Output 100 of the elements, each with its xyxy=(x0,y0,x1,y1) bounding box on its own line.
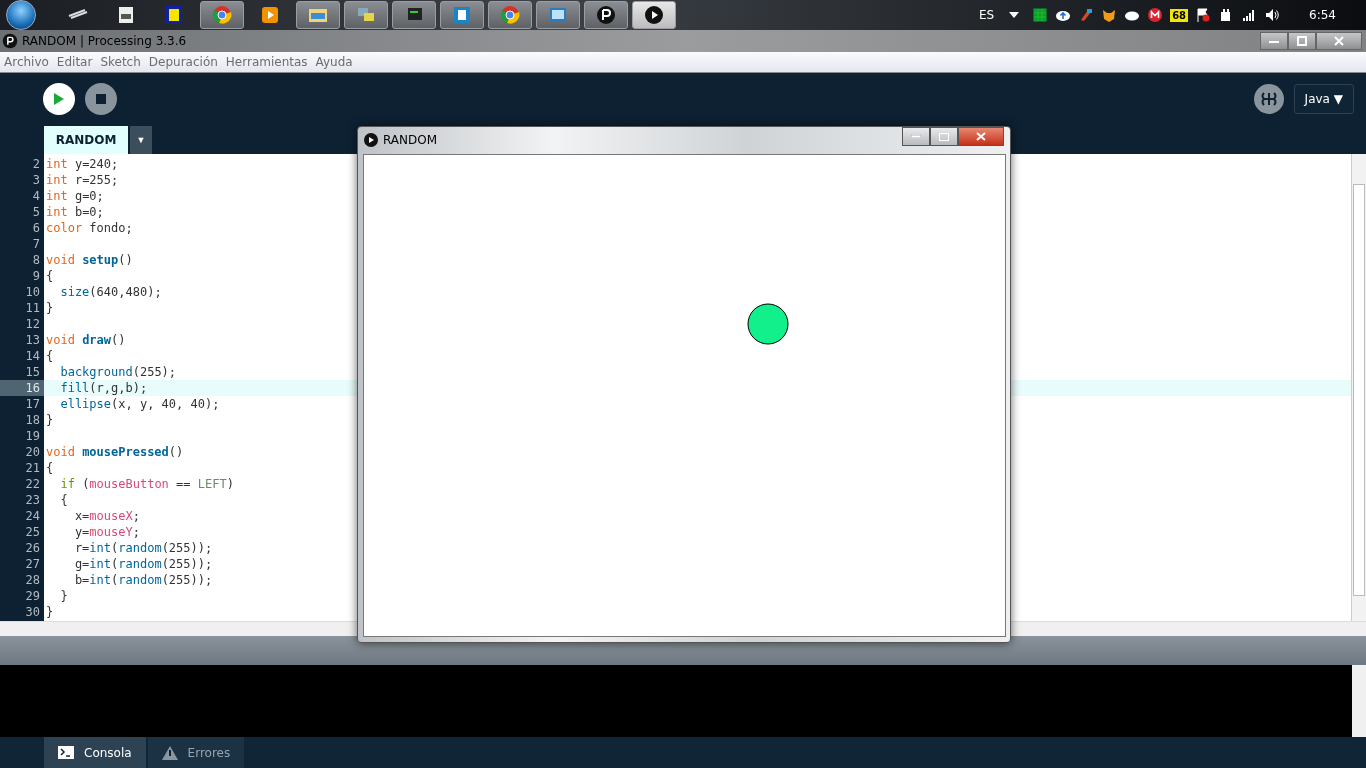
code-line: background(255); xyxy=(59,363,177,380)
code-line: b=int(random(255)); xyxy=(73,571,213,588)
flag-icon[interactable] xyxy=(1195,7,1212,23)
line-number: 27 xyxy=(24,555,40,572)
minimize-icon xyxy=(911,135,921,138)
language-indicator[interactable]: ES xyxy=(978,8,995,22)
tab-menu-button[interactable]: ▼ xyxy=(130,125,152,154)
line-number: 30 xyxy=(24,603,40,620)
code-line: int g=0; xyxy=(46,187,104,204)
browser-icon xyxy=(499,4,521,26)
code-line: { xyxy=(46,267,54,284)
code-line: int r=255; xyxy=(46,171,119,188)
run-button[interactable] xyxy=(43,83,75,116)
code-line: void draw() xyxy=(46,331,126,348)
menu-item[interactable]: Archivo xyxy=(0,54,53,69)
code-line: { xyxy=(46,347,54,364)
line-number: 25 xyxy=(24,523,40,540)
grid-icon[interactable] xyxy=(1032,7,1049,23)
start-button[interactable] xyxy=(6,0,36,30)
stop-button[interactable] xyxy=(85,83,117,116)
minimize-button[interactable] xyxy=(1260,31,1288,50)
debug-button[interactable] xyxy=(1253,84,1284,115)
browser-icon xyxy=(211,4,233,26)
code-line: void setup() xyxy=(46,251,133,268)
line-number: 13 xyxy=(24,331,40,348)
line-number: 10 xyxy=(24,283,40,300)
menu-item[interactable]: Ayuda xyxy=(311,54,357,69)
note-icon xyxy=(163,4,185,26)
circle-m-icon[interactable] xyxy=(1147,7,1164,23)
taskbar-button[interactable] xyxy=(632,1,676,29)
code-line: void mousePressed() xyxy=(46,443,184,460)
line-number: 5 xyxy=(31,203,40,220)
taskbar-button[interactable] xyxy=(584,1,628,29)
line-number: 16 xyxy=(24,379,40,396)
line-number: 23 xyxy=(24,491,40,508)
console-scrollbar[interactable] xyxy=(1352,665,1366,738)
line-number: 20 xyxy=(24,443,40,460)
menu-item[interactable]: Sketch xyxy=(96,54,145,69)
fox-icon[interactable] xyxy=(1101,7,1118,23)
line-number: 4 xyxy=(31,187,40,204)
restore-icon xyxy=(1297,35,1307,46)
processing-icon xyxy=(595,4,617,26)
console-tab[interactable]: Consola xyxy=(44,737,146,768)
code-line: fill(r,g,b); xyxy=(59,379,148,396)
line-number: 7 xyxy=(31,235,40,252)
line-number: 15 xyxy=(24,363,40,380)
line-number: 28 xyxy=(24,571,40,588)
code-line: int b=0; xyxy=(46,203,104,220)
code-line: { xyxy=(46,459,54,476)
sketch-tab[interactable]: RANDOM xyxy=(44,125,128,154)
code-line: { xyxy=(59,491,68,508)
warning-icon xyxy=(161,745,178,760)
line-number: 9 xyxy=(31,267,40,284)
code-line: int y=240; xyxy=(46,155,119,172)
console-tab[interactable]: Errores xyxy=(147,737,245,768)
code-line: ellipse(x, y, 40, 40); xyxy=(59,395,220,412)
stop-icon xyxy=(96,94,106,105)
tray-badge[interactable]: 68 xyxy=(1170,8,1189,22)
code-line: r=int(random(255)); xyxy=(73,539,213,556)
menu-item[interactable]: Editar xyxy=(52,54,97,69)
close-icon xyxy=(1334,35,1344,46)
line-number: 19 xyxy=(24,427,40,444)
play-icon xyxy=(259,4,281,26)
play-icon xyxy=(643,4,665,26)
close-button[interactable] xyxy=(958,127,1004,146)
taskbar-button[interactable] xyxy=(392,1,436,29)
mode-dropdown[interactable]: Java ▼ xyxy=(1293,84,1354,115)
minimize-button[interactable] xyxy=(902,127,930,146)
code-line: } xyxy=(59,587,68,604)
play-icon xyxy=(364,133,378,147)
processing-icon xyxy=(2,32,18,49)
restore-button[interactable] xyxy=(1288,31,1316,50)
vertical-scrollbar[interactable] xyxy=(1351,153,1366,622)
line-number: 6 xyxy=(31,219,40,236)
code-line: g=int(random(255)); xyxy=(73,555,213,572)
code-line: } xyxy=(46,299,54,316)
taskbar-button[interactable] xyxy=(440,1,484,29)
line-number: 12 xyxy=(24,315,40,332)
window-title: RANDOM xyxy=(383,133,438,147)
maximize-button[interactable] xyxy=(930,127,958,146)
line-number: 11 xyxy=(24,299,40,316)
caret-icon[interactable] xyxy=(1009,12,1020,18)
play-icon xyxy=(53,92,65,107)
close-button[interactable] xyxy=(1316,31,1362,50)
menu-item[interactable]: Depuración xyxy=(144,54,222,69)
menu-item[interactable]: Herramientas xyxy=(221,54,312,69)
line-number: 17 xyxy=(24,395,40,412)
clock[interactable]: 6:54 xyxy=(1309,8,1336,22)
line-number: 21 xyxy=(24,459,40,476)
line-number: 2 xyxy=(31,155,40,172)
close-icon xyxy=(976,132,986,141)
line-number: 22 xyxy=(24,475,40,492)
code-line: } xyxy=(46,411,54,428)
line-number: 26 xyxy=(24,539,40,556)
line-number: 8 xyxy=(31,251,40,268)
speaker-icon[interactable] xyxy=(1264,7,1281,23)
terminal-icon xyxy=(58,746,74,759)
code-line: x=mouseX; xyxy=(73,507,140,524)
brush-icon[interactable] xyxy=(1078,7,1095,23)
line-number: 14 xyxy=(24,347,40,364)
